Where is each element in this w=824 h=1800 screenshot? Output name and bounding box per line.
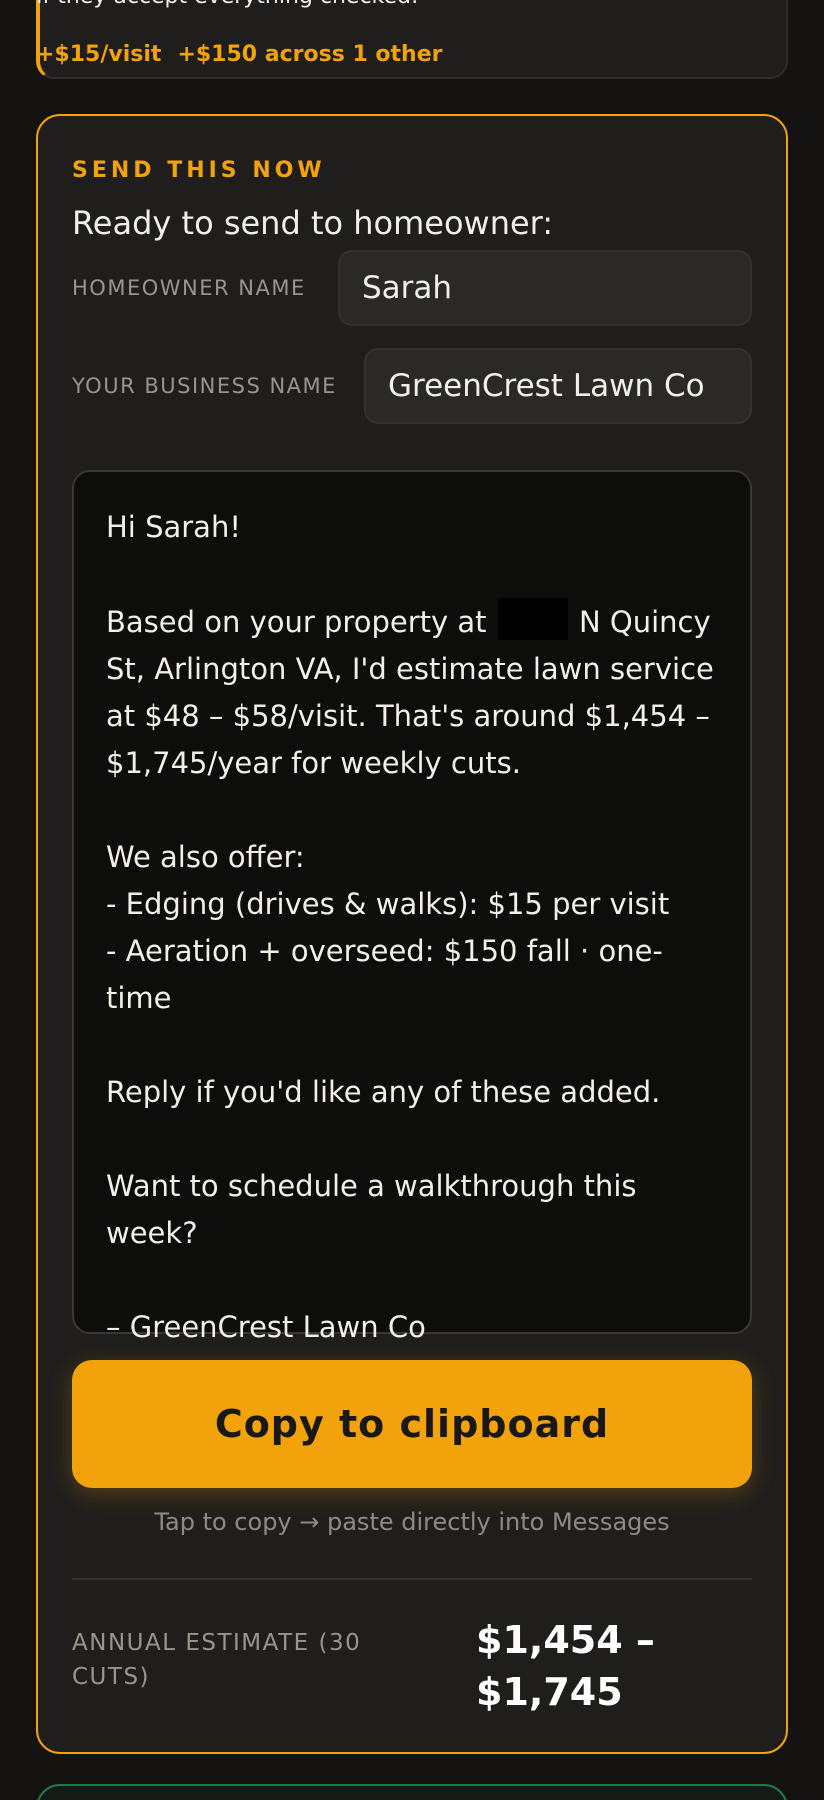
upsell-chips: +$15/visit +$150 across 1 other — [36, 42, 443, 67]
upsell-summary-line: If they accept everything checked: — [36, 0, 418, 9]
copy-to-clipboard-button[interactable]: Copy to clipboard — [72, 1360, 752, 1488]
copy-hint: Tap to copy → paste directly into Messag… — [154, 1508, 670, 1536]
redacted-address-number — [497, 598, 568, 640]
message-estimate: Based on your property at N Quincy St, A… — [106, 598, 720, 787]
business-name-input[interactable]: GreenCrest Lawn Co — [364, 348, 752, 424]
message-estimate-start: Based on your property at — [106, 605, 487, 639]
message-preview[interactable]: Hi Sarah! Based on your property at N Qu… — [72, 470, 752, 1344]
message-greeting: Hi Sarah! — [106, 510, 241, 544]
message-offer-intro: We also offer: — [106, 840, 305, 874]
divider — [72, 1578, 752, 1580]
message-signature: – GreenCrest Lawn Co — [106, 1310, 426, 1344]
upsell-chip-per-visit: +$15/visit — [36, 42, 162, 67]
upsell-summary-card — [36, 0, 788, 79]
next-card — [36, 1784, 788, 1800]
homeowner-name-input[interactable]: Sarah — [338, 250, 752, 326]
annual-estimate-label: ANNUAL ESTIMATE (30 CUTS) — [72, 1630, 362, 1690]
send-now-card: SEND THIS NOW Ready to send to homeowner… — [36, 114, 788, 1754]
annual-estimate-value: $1,454 – $1,745 — [476, 1618, 655, 1714]
send-now-eyebrow: SEND THIS NOW — [72, 158, 326, 183]
upsell-chip-other: +$150 across 1 other — [177, 42, 443, 67]
homeowner-name-row: HOMEOWNER NAME Sarah — [72, 250, 752, 326]
business-name-row: YOUR BUSINESS NAME GreenCrest Lawn Co — [72, 348, 752, 424]
business-name-label: YOUR BUSINESS NAME — [72, 374, 337, 398]
message-offer-edging: - Edging (drives & walks): $15 per visit — [106, 887, 670, 921]
message-offer-aeration: - Aeration + overseed: $150 fall · one-t… — [106, 934, 663, 1015]
message-reply: Reply if you'd like any of these added. — [106, 1075, 661, 1109]
homeowner-name-label: HOMEOWNER NAME — [72, 276, 306, 300]
send-now-heading: Ready to send to homeowner: — [72, 204, 554, 242]
message-schedule: Want to schedule a walkthrough this week… — [106, 1169, 637, 1250]
page: If they accept everything checked: +$15/… — [0, 0, 824, 1800]
